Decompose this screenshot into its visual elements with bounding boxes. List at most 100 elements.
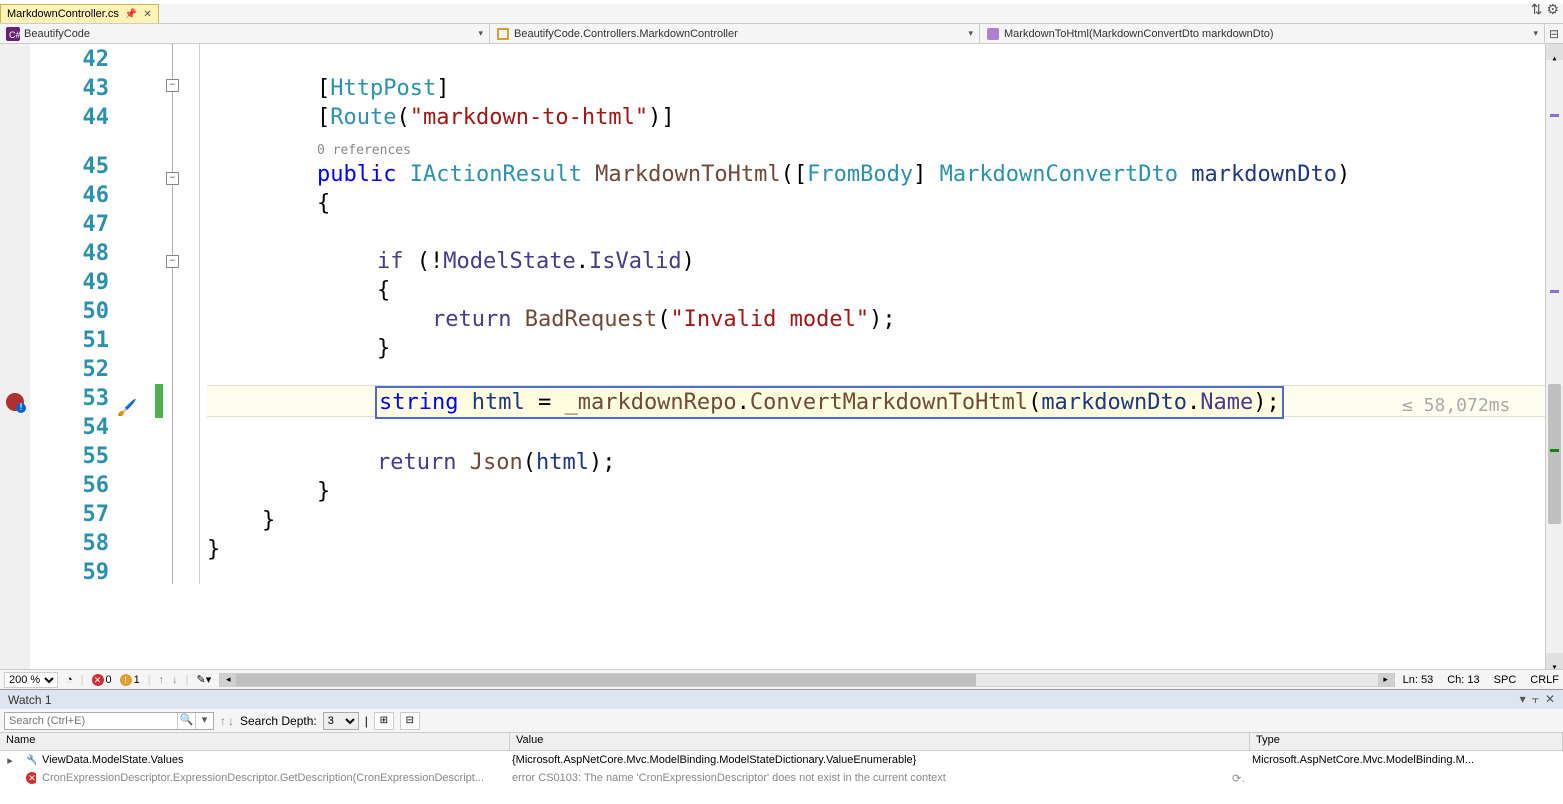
line-number: 49 [30, 268, 109, 297]
breakpoint-marker[interactable] [6, 393, 24, 411]
nav-namespace-dropdown[interactable]: BeautifyCode.Controllers.MarkdownControl… [490, 24, 980, 43]
search-prev-icon[interactable]: ↑ [220, 714, 226, 728]
chevron-down-icon[interactable]: ▾ [1533, 28, 1538, 39]
navigation-bar: C# BeautifyCode ▾ BeautifyCode.Controlle… [0, 24, 1563, 44]
search-submit-icon[interactable]: 🔍 [177, 713, 195, 729]
nav-class-label: BeautifyCode [24, 28, 90, 40]
watch-name: CronExpressionDescriptor.ExpressionDescr… [36, 772, 506, 784]
pin-icon[interactable]: 📌 [125, 9, 137, 20]
status-line: Ln: 53 [1403, 674, 1434, 686]
col-type[interactable]: Type [1250, 733, 1563, 750]
editor-body[interactable]: 42 43 44 45 46 47 48 49 50 51 52 53 54 5… [0, 44, 1563, 669]
search-next-icon[interactable]: ↓ [228, 714, 234, 728]
fold-gutter[interactable]: − − − [163, 44, 193, 669]
close-icon[interactable]: ✕ [1545, 692, 1555, 707]
tab-filename: MarkdownController.cs [7, 8, 119, 20]
scroll-down-icon[interactable]: ▾ [1546, 653, 1563, 669]
depth-dropdown[interactable]: 3 [323, 712, 359, 730]
file-tab-strip: MarkdownController.cs 📌 ✕ [0, 4, 1563, 24]
auto-hide-icon[interactable]: ⇅ [1531, 1, 1543, 18]
line-number: 56 [30, 471, 109, 500]
toolbar-collapse-icon[interactable]: ⊟ [400, 712, 420, 730]
watch-row[interactable]: ▸ 🔧 ViewData.ModelState.Values {Microsof… [0, 751, 1563, 769]
warning-count[interactable]: !1 [120, 674, 140, 686]
nav-class-dropdown[interactable]: C# BeautifyCode ▾ [0, 24, 490, 43]
line-number: 57 [30, 500, 109, 529]
highlighted-statement: string html = _markdownRepo.ConvertMarkd… [375, 386, 1284, 419]
chevron-down-icon[interactable]: ▾ [968, 28, 973, 39]
gear-icon[interactable]: ⚙ [1546, 1, 1559, 18]
perf-tip[interactable]: ≤ 58,072ms [1402, 391, 1510, 420]
watch-name: ViewData.ModelState.Values [36, 754, 506, 766]
watch-type: Microsoft.AspNetCore.Mvc.ModelBinding.M.… [1246, 754, 1563, 766]
search-dropdown-icon[interactable]: ▾ [195, 713, 213, 729]
depth-label: Search Depth: [240, 714, 317, 728]
file-tab-active[interactable]: MarkdownController.cs 📌 ✕ [0, 4, 159, 23]
watch-row[interactable]: ✕ CronExpressionDescriptor.ExpressionDes… [0, 769, 1563, 787]
fold-toggle[interactable]: − [166, 172, 179, 185]
vertical-scrollbar[interactable]: ▴ ▾ [1545, 44, 1563, 669]
code-editor: 42 43 44 45 46 47 48 49 50 51 52 53 54 5… [0, 44, 1563, 689]
csharp-icon: C# [6, 27, 20, 41]
line-number: 51 [30, 326, 109, 355]
search-nav: ↑ ↓ [220, 714, 234, 728]
window-icons: ⇅ ⚙ [1531, 1, 1559, 18]
col-name[interactable]: Name [0, 733, 510, 750]
line-number: 45 [30, 152, 109, 181]
split-editor-icon[interactable]: ⊟ [1545, 27, 1563, 41]
class-icon [496, 27, 510, 41]
nav-member-label: MarkdownToHtml(MarkdownConvertDto markdo… [1004, 28, 1274, 40]
watch-title-label: Watch 1 [8, 693, 52, 707]
close-icon[interactable]: ✕ [143, 9, 151, 20]
nav-up-icon[interactable]: ↑ [159, 674, 165, 686]
line-number: 59 [30, 558, 109, 587]
scrollbar-marker [1550, 290, 1559, 293]
watch-value: error CS0103: The name 'CronExpressionDe… [506, 772, 1226, 784]
line-number: 58 [30, 529, 109, 558]
watch-panel: Watch 1 ▾ ⫟ ✕ 🔍 ▾ ↑ ↓ Search Depth: 3 | … [0, 689, 1563, 804]
watch-search-box[interactable]: 🔍 ▾ [4, 712, 214, 730]
nav-member-dropdown[interactable]: MarkdownToHtml(MarkdownConvertDto markdo… [980, 24, 1545, 43]
method-icon [986, 27, 1000, 41]
refresh-icon[interactable]: ⟳ [1226, 772, 1246, 785]
watch-value: {Microsoft.AspNetCore.Mvc.ModelBinding.M… [506, 754, 1246, 766]
fold-toggle[interactable]: − [166, 79, 179, 92]
watch-grid[interactable]: Name Value Type ▸ 🔧 ViewData.ModelState.… [0, 733, 1563, 804]
scroll-up-icon[interactable]: ▴ [1546, 44, 1563, 60]
editor-status-bar: 200 % ◔ | ✕0 !1 | ↑ ↓ | ✎▾ ◂ ▸ Ln: 53 Ch… [0, 669, 1563, 689]
watch-search-input[interactable] [5, 713, 177, 729]
fold-toggle[interactable]: − [166, 255, 179, 268]
window-position-icon[interactable]: ▾ [1520, 692, 1526, 707]
status-indent[interactable]: SPC [1494, 674, 1517, 686]
line-number: 42 [30, 45, 109, 74]
line-number: 43 [30, 74, 109, 103]
pin-icon[interactable]: ⫟ [1532, 692, 1539, 707]
col-value[interactable]: Value [510, 733, 1250, 750]
chevron-down-icon[interactable]: ▾ [478, 28, 483, 39]
line-number: 48 [30, 239, 109, 268]
brush-icon[interactable]: ✎▾ [196, 673, 211, 686]
line-number: 46 [30, 181, 109, 210]
toolbar-expand-icon[interactable]: ⊞ [374, 712, 394, 730]
line-number: 50 [30, 297, 109, 326]
error-icon: ✕ [20, 772, 36, 784]
line-number: 55 [30, 442, 109, 471]
horizontal-scrollbar[interactable]: ◂ ▸ [219, 673, 1394, 687]
watch-title-bar[interactable]: Watch 1 ▾ ⫟ ✕ [0, 690, 1563, 709]
status-eol[interactable]: CRLF [1530, 674, 1559, 686]
svg-text:C#: C# [9, 30, 20, 40]
error-count[interactable]: ✕0 [92, 674, 112, 686]
nav-down-icon[interactable]: ↓ [172, 674, 178, 686]
scrollbar-marker [1550, 114, 1559, 117]
breakpoint-gutter[interactable] [0, 44, 30, 669]
code-area[interactable]: [HttpPost] [Route("markdown-to-html")] 0… [207, 44, 1545, 669]
no-issues-icon[interactable]: ◔ [66, 674, 73, 686]
indent-guide [193, 44, 207, 669]
scrollbar-thumb[interactable] [1548, 384, 1561, 524]
line-number: 54 [30, 413, 109, 442]
lightbulb-icon[interactable]: 🖌️ [117, 393, 135, 411]
line-number: 52 [30, 355, 109, 384]
expand-icon[interactable]: ▸ [0, 754, 20, 767]
zoom-dropdown[interactable]: 200 % [4, 672, 58, 688]
line-number: 44 [30, 103, 109, 132]
